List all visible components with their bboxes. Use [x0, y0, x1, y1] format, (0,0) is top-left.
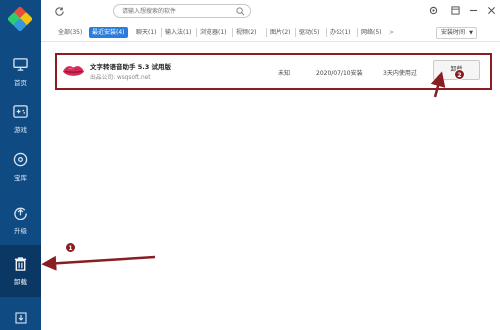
upgrade-icon — [14, 207, 27, 220]
gamepad-icon — [13, 105, 28, 118]
tab-divider — [266, 28, 267, 37]
tab-divider — [232, 28, 233, 37]
trash-icon — [14, 257, 27, 271]
download-icon — [14, 311, 27, 324]
minimize-icon[interactable] — [467, 4, 479, 16]
tab-images[interactable]: 图片(2) — [270, 27, 291, 38]
lips-app-icon — [62, 66, 85, 76]
tab-network[interactable]: 网络(5) — [361, 27, 382, 38]
close-icon[interactable] — [485, 4, 497, 16]
app-usage: 3天内使用过 — [383, 70, 417, 77]
tab-office[interactable]: 办公(1) — [330, 27, 351, 38]
app-name: 文字转语音助手 5.3 试用版 — [90, 63, 172, 71]
software-row[interactable]: 文字转语音助手 5.3 试用版 出品公司: wsqsoft.net 未知 202… — [55, 53, 492, 90]
app-size: 未知 — [278, 70, 291, 77]
monitor-icon — [13, 58, 28, 71]
sort-dropdown-label: 安装时间 — [441, 29, 466, 36]
search-box — [113, 4, 251, 18]
app-publisher: 出品公司: wsqsoft.net — [90, 75, 151, 81]
sort-dropdown[interactable]: 安装时间 ▼ — [436, 27, 477, 39]
annotation-badge-2: 2 — [454, 69, 465, 80]
sidebar-item-label: 宝库 — [14, 174, 27, 182]
category-tabs: 全部(35) 最近安装(4) 聊天(1) 输入法(1) 浏览器(1) 视频(2)… — [41, 24, 500, 42]
sidebar-item-games[interactable]: 游戏 — [0, 93, 41, 145]
tab-chat[interactable]: 聊天(1) — [136, 27, 157, 38]
title-bar — [41, 0, 500, 23]
tab-divider — [295, 28, 296, 37]
sidebar-item-downloads[interactable] — [0, 305, 41, 330]
tab-all[interactable]: 全部(35) — [58, 27, 82, 38]
sidebar: 首页 游戏 宝库 升级 卸载 — [0, 0, 41, 330]
app-install-date: 2020/07/10安装 — [316, 70, 363, 77]
sidebar-item-home[interactable]: 首页 — [0, 46, 41, 98]
refresh-icon[interactable] — [54, 6, 65, 17]
search-icon[interactable] — [236, 7, 245, 16]
sidebar-item-label: 首页 — [14, 79, 27, 87]
tab-video[interactable]: 视频(2) — [236, 27, 257, 38]
tab-browser[interactable]: 浏览器(1) — [200, 27, 227, 38]
sidebar-item-library[interactable]: 宝库 — [0, 141, 41, 193]
sidebar-item-uninstall[interactable]: 卸载 — [0, 245, 41, 297]
window-mode-icon[interactable] — [449, 4, 461, 16]
tab-divider — [357, 28, 358, 37]
tab-input-method[interactable]: 输入法(1) — [165, 27, 192, 38]
tab-drivers[interactable]: 驱动(5) — [299, 27, 320, 38]
tab-recent-installs[interactable]: 最近安装(4) — [89, 27, 128, 38]
tab-divider — [161, 28, 162, 37]
sidebar-item-label: 升级 — [14, 227, 27, 235]
sidebar-item-label: 卸载 — [14, 278, 27, 286]
chevron-down-icon: ▼ — [469, 30, 473, 36]
sidebar-item-label: 游戏 — [14, 126, 27, 134]
app-logo-icon — [8, 7, 32, 31]
tab-divider — [196, 28, 197, 37]
more-tabs-icon[interactable]: > — [389, 27, 394, 38]
annotation-arrow-1 — [41, 255, 156, 271]
annotation-badge-1: 1 — [65, 242, 76, 253]
settings-icon[interactable] — [427, 4, 439, 16]
annotation-overlay — [41, 71, 446, 271]
sidebar-item-upgrade[interactable]: 升级 — [0, 194, 41, 246]
tab-divider — [326, 28, 327, 37]
search-input[interactable] — [122, 7, 232, 16]
disc-icon — [13, 152, 28, 167]
